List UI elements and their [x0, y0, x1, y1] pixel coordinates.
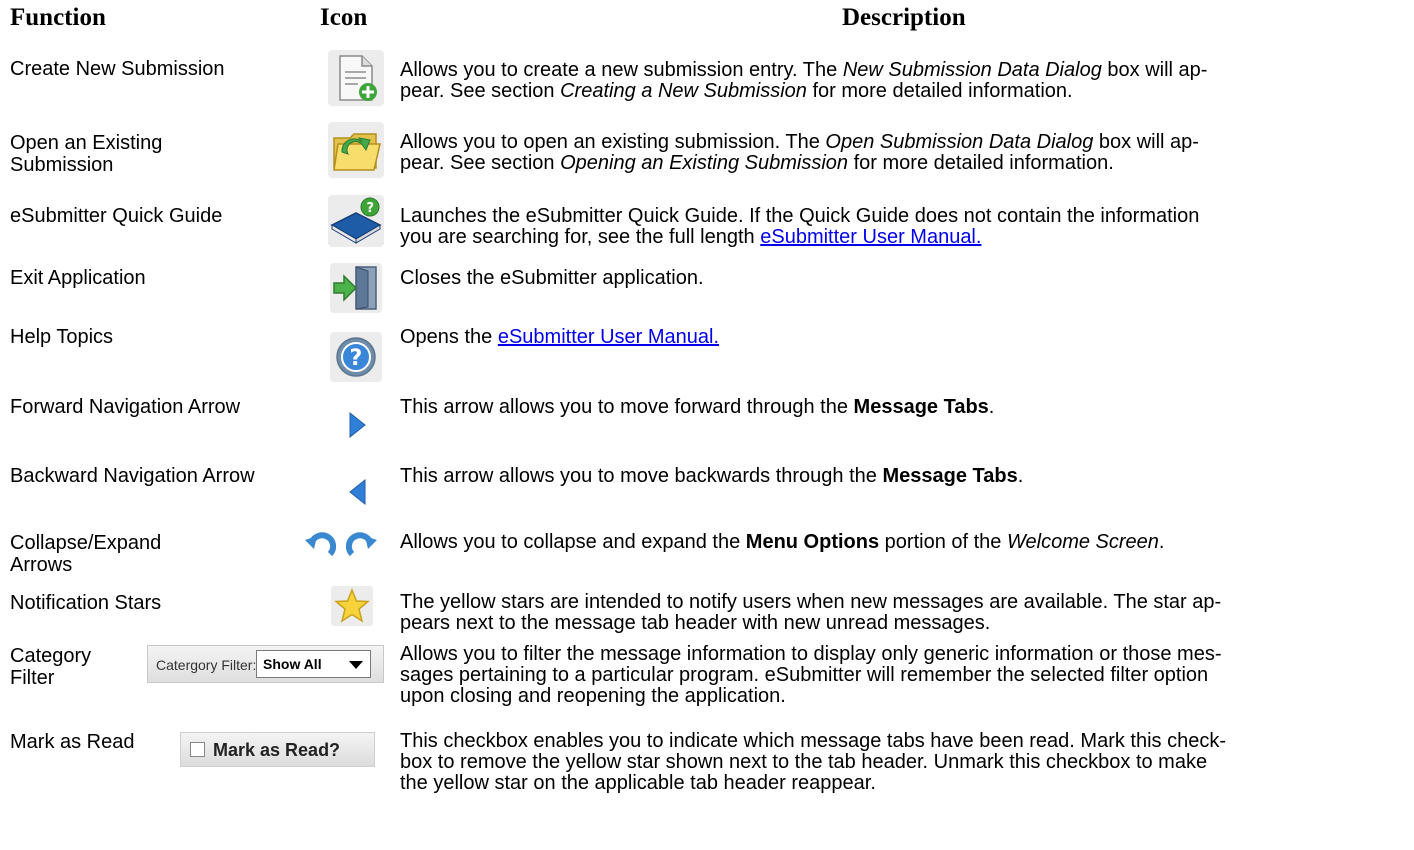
- row-desc-collapse-expand: Allows you to collapse and expand the Me…: [400, 531, 1165, 553]
- mark-as-read-label: Mark as Read?: [213, 740, 341, 760]
- category-filter-widget: Catergory Filter: Show All: [147, 645, 384, 683]
- chevron-down-icon: [349, 661, 363, 669]
- row-function-exit-application: Exit Application: [10, 267, 146, 289]
- svg-text:?: ?: [367, 201, 375, 216]
- header-description: Description: [842, 4, 966, 31]
- collapse-arrow-icon: [304, 530, 337, 565]
- arrow-left-icon: [349, 478, 367, 510]
- exit-door-icon: [330, 263, 382, 318]
- row-desc-open-existing: Allows you to open an existing submissio…: [400, 131, 1199, 174]
- mark-as-read-checkbox[interactable]: Mark as Read?: [180, 732, 375, 767]
- row-desc-help-topics: Opens the eSubmitter User Manual.: [400, 326, 720, 348]
- row-desc-exit-application: Closes the eSubmitter application.: [400, 267, 704, 289]
- row-function-forward-arrow: Forward Navigation Arrow: [10, 396, 241, 418]
- row-desc-backward-arrow: This arrow allows you to move backwards …: [400, 465, 1024, 487]
- expand-arrow-icon: [345, 530, 378, 565]
- row-function-help-topics: Help Topics: [10, 326, 114, 348]
- row-desc-mark-as-read: This checkbox enables you to indicate wh…: [400, 730, 1226, 794]
- star-icon: [331, 586, 373, 631]
- arrow-right-icon: [348, 411, 366, 443]
- row-function-category-filter: Category Filter: [10, 645, 92, 689]
- row-desc-category-filter: Allows you to filter the message informa…: [400, 643, 1222, 707]
- category-filter-label: Catergory Filter:: [156, 657, 257, 673]
- row-desc-quick-guide: Launches the eSubmitter Quick Guide. If …: [400, 205, 1200, 248]
- row-function-create-new-submission: Create New Submission: [10, 58, 225, 80]
- row-function-open-existing: Open an Existing Submission: [10, 132, 163, 176]
- row-function-notification-stars: Notification Stars: [10, 592, 162, 614]
- help-book-icon: ?: [328, 195, 384, 252]
- row-function-collapse-expand: Collapse/Expand Arrows: [10, 532, 162, 576]
- category-filter-value: Show All: [263, 656, 322, 672]
- open-folder-icon: [328, 122, 384, 183]
- category-filter-select[interactable]: Show All: [256, 650, 371, 678]
- header-icon: Icon: [320, 4, 368, 31]
- user-manual-link-2[interactable]: eSubmitter User Manual.: [498, 326, 719, 348]
- row-function-quick-guide: eSubmitter Quick Guide: [10, 205, 223, 227]
- user-manual-link[interactable]: eSubmitter User Manual.: [760, 226, 981, 248]
- row-desc-forward-arrow: This arrow allows you to move forward th…: [400, 396, 995, 418]
- checkbox-box[interactable]: [190, 742, 205, 757]
- header-function: Function: [10, 4, 106, 31]
- new-document-icon: [328, 50, 384, 111]
- row-function-backward-arrow: Backward Navigation Arrow: [10, 465, 255, 487]
- row-desc-notification-stars: The yellow stars are intended to notify …: [400, 591, 1222, 634]
- svg-text:?: ?: [350, 346, 363, 371]
- row-desc-create-new-submission: Allows you to create a new submission en…: [400, 59, 1208, 102]
- question-circle-icon: ?: [330, 332, 382, 387]
